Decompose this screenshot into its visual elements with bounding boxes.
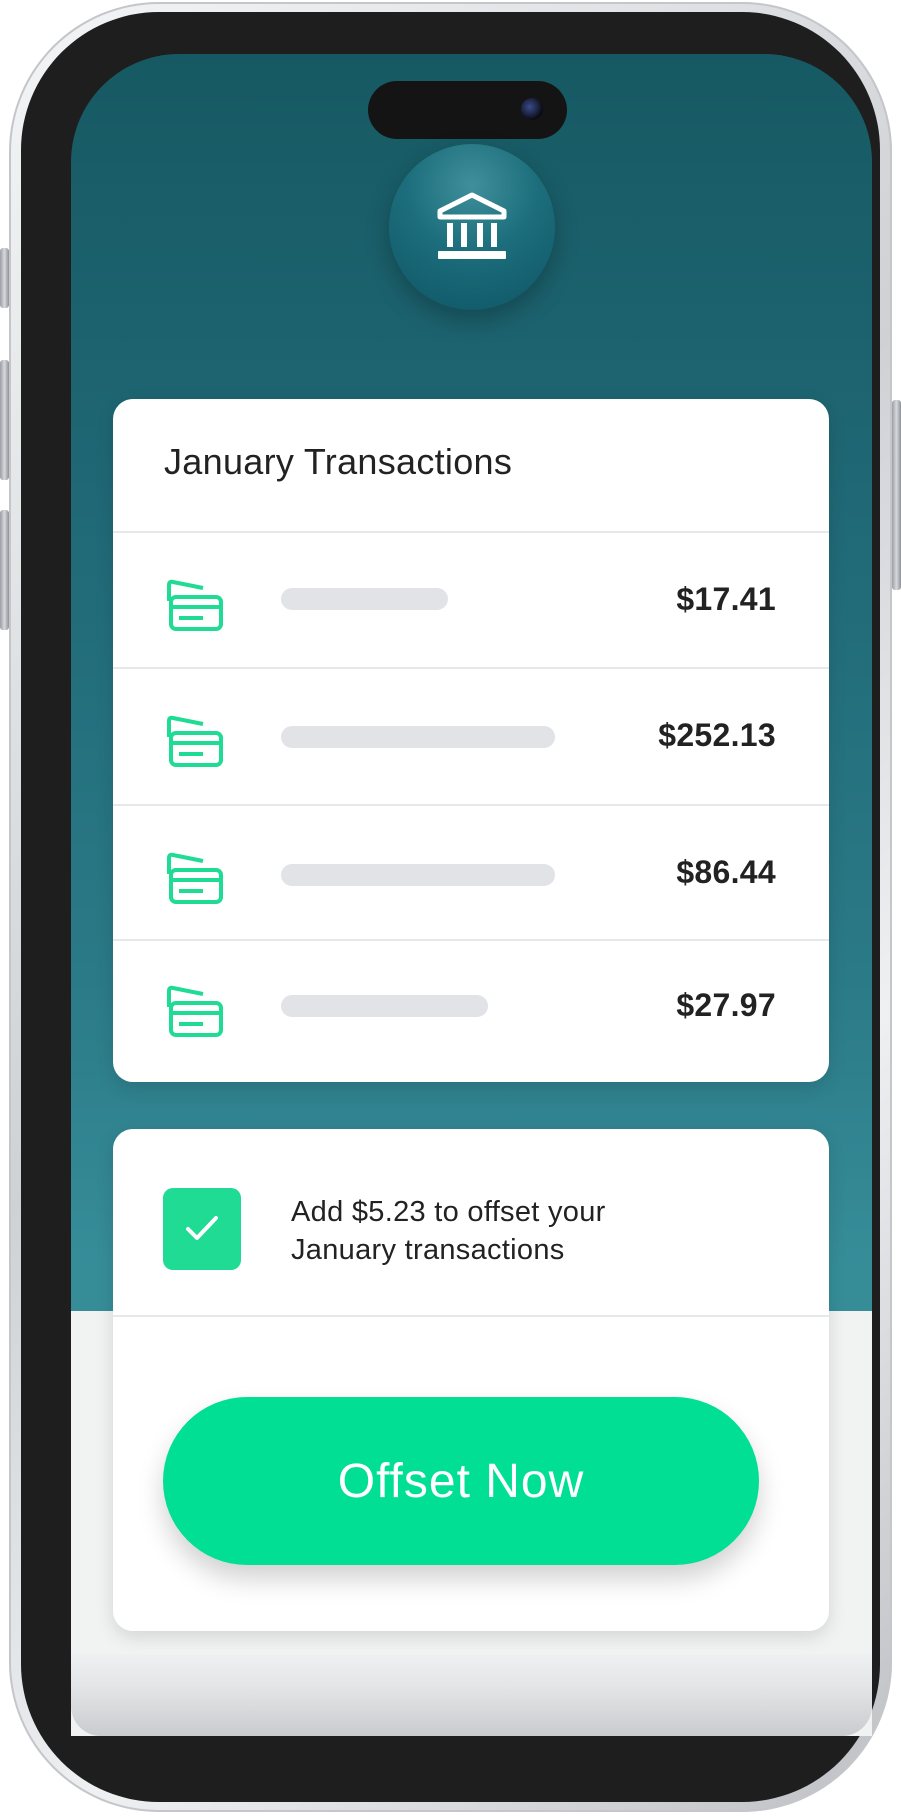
bank-badge — [389, 144, 555, 310]
volume-down-button — [0, 510, 9, 630]
transaction-amount: $252.13 — [658, 717, 776, 753]
transaction-row[interactable]: $27.97 — [113, 939, 829, 1082]
transaction-name-placeholder — [281, 995, 488, 1017]
checkmark-icon — [186, 1216, 218, 1240]
device-mockup: January Transactions $17.41 $252.13 $86.… — [0, 0, 901, 1816]
credit-card-icon — [167, 579, 223, 631]
app-screen: January Transactions $17.41 $252.13 $86.… — [71, 54, 872, 1736]
credit-card-icon — [167, 715, 223, 767]
offset-description-line-2: January transactions — [291, 1234, 565, 1266]
action-button — [0, 248, 9, 308]
offset-now-button[interactable]: Offset Now — [163, 1397, 759, 1565]
offset-description-line-1: Add $5.23 to offset your — [291, 1196, 606, 1228]
transaction-amount: $17.41 — [676, 581, 776, 617]
bank-icon — [437, 192, 507, 259]
transaction-row[interactable]: $252.13 — [113, 667, 829, 806]
transaction-amount: $86.44 — [676, 854, 776, 890]
transaction-amount: $27.97 — [676, 987, 776, 1023]
power-button — [892, 400, 901, 590]
transactions-title: January Transactions — [164, 441, 513, 482]
front-camera-icon — [521, 98, 543, 120]
credit-card-icon — [167, 985, 223, 1037]
credit-card-icon — [167, 852, 223, 904]
transaction-row[interactable]: $86.44 — [113, 804, 829, 941]
transaction-row[interactable]: $17.41 — [113, 531, 829, 669]
offset-card: Add $5.23 to offset your January transac… — [113, 1129, 829, 1631]
volume-up-button — [0, 360, 9, 480]
offset-option: Add $5.23 to offset your January transac… — [113, 1129, 829, 1317]
dynamic-island — [368, 81, 567, 139]
phone-frame: January Transactions $17.41 $252.13 $86.… — [21, 12, 880, 1802]
transaction-name-placeholder — [281, 588, 448, 610]
transaction-name-placeholder — [281, 864, 555, 886]
transactions-card: January Transactions $17.41 $252.13 $86.… — [113, 399, 829, 1082]
screen-bottom-edge — [71, 1654, 872, 1736]
transaction-name-placeholder — [281, 726, 555, 748]
offset-checkbox[interactable] — [163, 1188, 241, 1270]
offset-description: Add $5.23 to offset your January transac… — [291, 1193, 771, 1269]
